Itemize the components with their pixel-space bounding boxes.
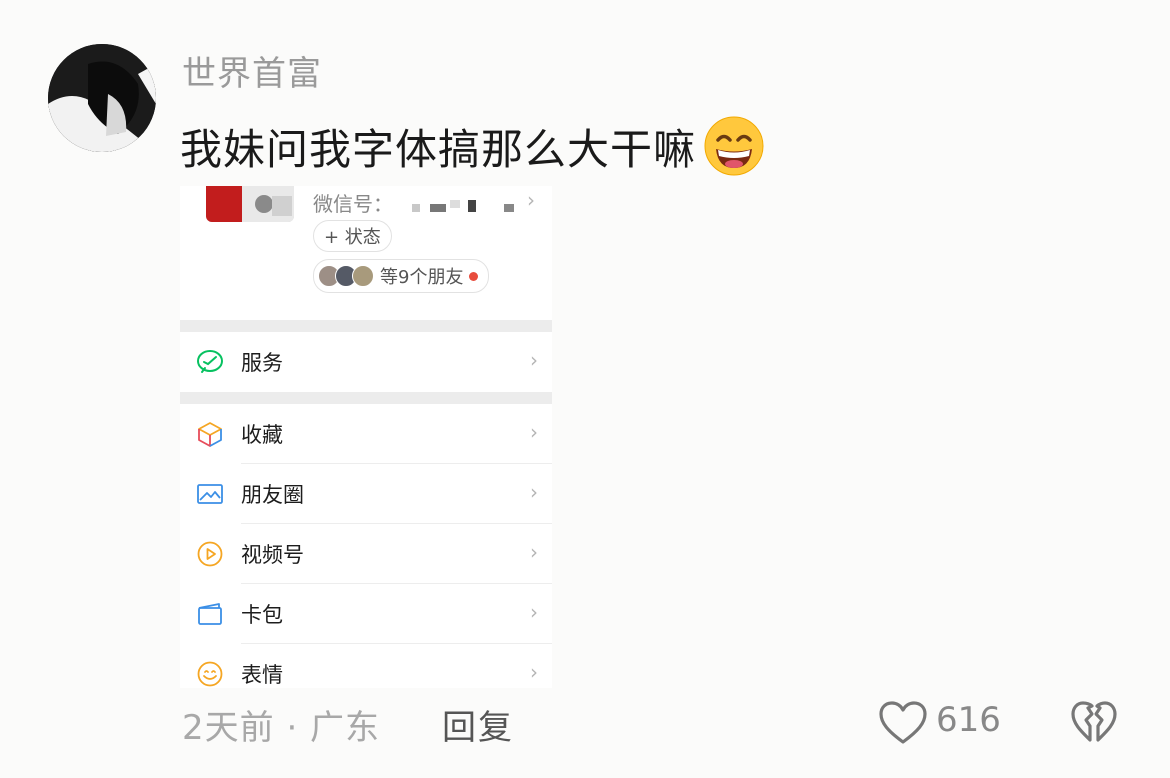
chevron-right-icon: ›: [530, 540, 538, 564]
comment-time-location: 2天前 · 广东: [182, 708, 381, 748]
chevron-right-icon: ›: [530, 348, 538, 372]
menu-label: 朋友圈: [241, 483, 304, 507]
comment-text: 我妹问我字体搞那么大干嘛: [180, 114, 766, 178]
grin-emoji-icon: [704, 116, 764, 176]
chevron-right-icon: ›: [530, 480, 538, 504]
sticker-smile-icon: [197, 661, 223, 687]
section-gap: [180, 320, 552, 332]
friend-avatars: [318, 265, 374, 287]
add-status-button[interactable]: + 状态: [313, 220, 392, 252]
reply-button[interactable]: 回复: [442, 700, 514, 749]
channels-play-icon: [197, 541, 223, 567]
wechat-id-chevron-icon[interactable]: ›: [527, 188, 535, 212]
comment-username[interactable]: 世界首富: [182, 46, 322, 95]
chevron-right-icon: ›: [530, 420, 538, 444]
embedded-wechat-screenshot: 微信号： › + 状态 等9个朋友 服务 › 收藏 › 朋友圈 › 视频号 › …: [180, 186, 552, 688]
menu-item-card-wallet[interactable]: 卡包 ›: [180, 584, 552, 644]
section-gap: [180, 392, 552, 404]
menu-item-services[interactable]: 服务 ›: [180, 332, 552, 392]
card-wallet-icon: [198, 603, 222, 625]
status-button-label: + 状态: [324, 227, 381, 248]
moments-picture-icon: [197, 484, 223, 504]
blurred-wechat-id: [412, 200, 514, 212]
wechat-pay-icon: [197, 350, 223, 373]
menu-item-moments[interactable]: 朋友圈 ›: [180, 464, 552, 524]
menu-item-channels[interactable]: 视频号 ›: [180, 524, 552, 584]
avatar[interactable]: [48, 44, 156, 152]
menu-label: 表情: [241, 663, 283, 687]
favorites-cube-icon: [198, 422, 222, 447]
menu-label: 收藏: [241, 423, 283, 447]
broken-heart-icon[interactable]: [1070, 700, 1118, 746]
menu-label: 服务: [241, 351, 283, 375]
profile-photo-thumbnail: [206, 186, 294, 222]
friends-count-text: 等9个朋友: [380, 267, 464, 288]
like-count: 616: [936, 700, 1001, 740]
menu-label: 视频号: [241, 543, 304, 567]
comment-body: 我妹问我字体搞那么大干嘛: [180, 124, 697, 174]
heart-icon[interactable]: [878, 700, 928, 746]
menu-item-favorites[interactable]: 收藏 ›: [180, 404, 552, 464]
chevron-right-icon: ›: [530, 660, 538, 684]
menu-item-stickers[interactable]: 表情 ›: [180, 644, 552, 688]
menu-label: 卡包: [241, 603, 283, 627]
unread-dot: [469, 271, 479, 281]
chevron-right-icon: ›: [530, 600, 538, 624]
wechat-id-label: 微信号：: [313, 192, 393, 216]
friends-status-pill[interactable]: 等9个朋友: [313, 259, 490, 293]
